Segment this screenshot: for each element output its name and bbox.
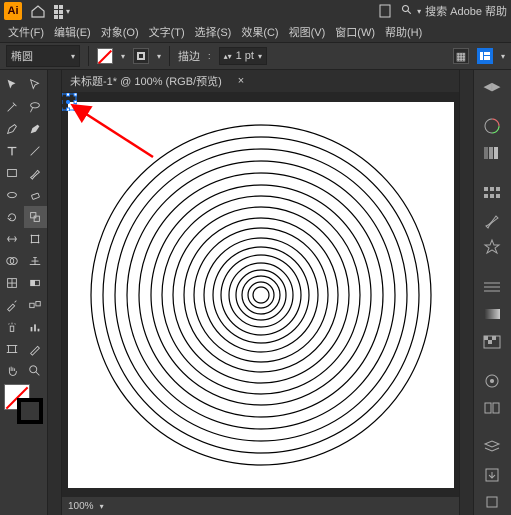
gradient-panel-icon[interactable] <box>474 301 510 326</box>
doc-setup-icon[interactable] <box>377 3 393 19</box>
line-tool[interactable] <box>24 140 48 162</box>
color-guide-panel-icon[interactable] <box>474 141 510 166</box>
menu-bar: 文件(F) 编辑(E) 对象(O) 文字(T) 选择(S) 效果(C) 视图(V… <box>0 22 511 42</box>
stroke-weight-field[interactable]: ▴▾ 1 pt <box>219 47 267 65</box>
shaper-tool[interactable] <box>0 184 24 206</box>
essentials-workspace-icon[interactable] <box>477 48 493 64</box>
status-bar: 100% <box>62 497 459 515</box>
fill-dropdown-icon[interactable] <box>121 50 125 62</box>
stroke-color-swatch[interactable] <box>17 398 43 424</box>
symbol-sprayer-tool[interactable] <box>0 316 24 338</box>
menu-effect[interactable]: 效果(C) <box>237 22 282 42</box>
app-logo: Ai <box>4 2 22 20</box>
layers-panel-icon[interactable] <box>474 435 510 460</box>
menu-help[interactable]: 帮助(H) <box>381 22 426 42</box>
width-tool[interactable] <box>0 228 24 250</box>
pen-tool[interactable] <box>0 118 24 140</box>
menu-object[interactable]: 对象(O) <box>97 22 143 42</box>
artboard[interactable] <box>68 102 454 488</box>
stroke-style-icon[interactable] <box>133 48 149 64</box>
menu-edit[interactable]: 编辑(E) <box>50 22 95 42</box>
hand-tool[interactable] <box>0 360 24 382</box>
stroke-label: 描边 <box>178 48 200 64</box>
zoom-tool[interactable] <box>24 360 48 382</box>
fill-swatch[interactable] <box>97 48 113 64</box>
options-bar: 椭圆 描边 : ▴▾ 1 pt ▦ <box>0 42 511 70</box>
column-graph-tool[interactable] <box>24 316 48 338</box>
stroke-weight-value: 1 pt <box>236 50 254 62</box>
asset-export-panel-icon[interactable] <box>474 462 510 487</box>
transparency-panel-icon[interactable] <box>474 329 510 354</box>
artwork-concentric-circles[interactable] <box>68 102 454 488</box>
free-transform-tool[interactable] <box>24 228 48 250</box>
workspace-dropdown-icon[interactable] <box>501 50 505 62</box>
slice-tool[interactable] <box>24 338 48 360</box>
selection-tool[interactable] <box>0 74 24 96</box>
perspective-grid-tool[interactable] <box>24 250 48 272</box>
symbols-panel-icon[interactable] <box>474 235 510 260</box>
eyedropper-tool[interactable] <box>0 294 24 316</box>
shape-builder-tool[interactable] <box>0 250 24 272</box>
search-placeholder: 搜索 Adobe 帮助 <box>425 3 507 19</box>
stroke-dropdown-icon[interactable] <box>157 50 161 62</box>
right-dock-strip[interactable] <box>459 70 473 515</box>
document-tab-title[interactable]: 未标题-1* @ 100% (RGB/预览) <box>70 73 222 89</box>
magic-wand-tool[interactable] <box>0 96 24 118</box>
menu-select[interactable]: 选择(S) <box>191 22 236 42</box>
menu-view[interactable]: 视图(V) <box>285 22 330 42</box>
document-tab-bar: 未标题-1* @ 100% (RGB/预览) × <box>62 70 459 92</box>
blend-tool[interactable] <box>24 294 48 316</box>
menu-file[interactable]: 文件(F) <box>4 22 48 42</box>
menu-type[interactable]: 文字(T) <box>145 22 189 42</box>
shape-label: 椭圆 <box>11 48 33 64</box>
align-options-icon[interactable]: ▦ <box>453 48 469 64</box>
graphic-styles-panel-icon[interactable] <box>474 396 510 421</box>
rotate-tool[interactable] <box>0 206 24 228</box>
arrange-docs-icon[interactable] <box>54 3 70 19</box>
artboard-tool[interactable] <box>0 338 24 360</box>
search-dropdown-icon[interactable] <box>417 5 421 17</box>
right-panels: ◀▶ <box>473 70 511 515</box>
zoom-dropdown-icon[interactable] <box>100 501 104 512</box>
rectangle-tool[interactable] <box>0 162 24 184</box>
direct-selection-tool[interactable] <box>24 74 48 96</box>
swatches-panel-icon[interactable] <box>474 180 510 205</box>
artboards-panel-icon[interactable] <box>474 490 510 515</box>
appearance-panel-icon[interactable] <box>474 368 510 393</box>
panel-expand-icon[interactable]: ◀▶ <box>474 74 510 99</box>
canvas-viewport[interactable] <box>62 92 459 497</box>
color-panel-icon[interactable] <box>474 113 510 138</box>
zoom-level[interactable]: 100% <box>68 501 94 512</box>
paintbrush-tool[interactable] <box>24 162 48 184</box>
curvature-tool[interactable] <box>24 118 48 140</box>
eraser-tool[interactable] <box>24 184 48 206</box>
menu-window[interactable]: 窗口(W) <box>331 22 379 42</box>
brushes-panel-icon[interactable] <box>474 207 510 232</box>
tools-panel <box>0 70 48 515</box>
left-dock-strip[interactable] <box>48 70 62 515</box>
scale-tool[interactable] <box>24 206 48 228</box>
gradient-tool[interactable] <box>24 272 48 294</box>
fill-stroke-swatch[interactable] <box>0 382 47 426</box>
home-icon[interactable] <box>30 3 46 19</box>
search-icon[interactable] <box>401 4 413 19</box>
lasso-tool[interactable] <box>24 96 48 118</box>
shape-dropdown[interactable]: 椭圆 <box>6 45 80 67</box>
type-tool[interactable] <box>0 140 24 162</box>
stroke-panel-icon[interactable] <box>474 274 510 299</box>
mesh-tool[interactable] <box>0 272 24 294</box>
tab-close-icon[interactable]: × <box>238 75 244 87</box>
